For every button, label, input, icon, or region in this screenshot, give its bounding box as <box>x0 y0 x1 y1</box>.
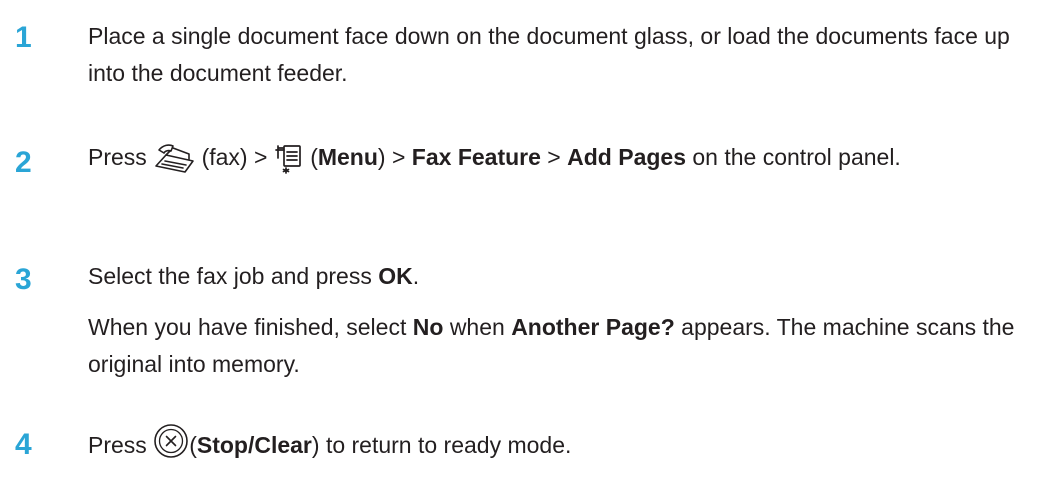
text-tail: ) to return to ready mode. <box>311 432 572 458</box>
text-when2: when <box>449 314 505 340</box>
step-text: Press (fax) > (Menu) > Fax Feature > Add… <box>88 139 1028 185</box>
fax-icon <box>153 142 195 185</box>
add-pages-label: Add Pages <box>567 144 686 170</box>
step-note: When you have finished, select No when A… <box>88 309 1028 383</box>
step-number: 3 <box>15 263 32 296</box>
menu-icon <box>274 142 304 185</box>
menu-label: Menu <box>317 144 378 170</box>
text-press: Press <box>88 144 147 170</box>
another-page-label: Another Page? <box>511 314 675 340</box>
step-body: Press (fax) > (Menu) > Fax Feature > Add… <box>88 139 1028 185</box>
paren-open: ( <box>310 144 318 170</box>
separator: > <box>547 144 561 170</box>
text-press: Press <box>88 432 147 458</box>
ok-label: OK <box>378 263 413 289</box>
text-select: Select the fax job and press <box>88 263 372 289</box>
step-text: Place a single document face down on the… <box>88 23 1010 86</box>
text-when: When you have finished, select <box>88 314 407 340</box>
instruction-page: 1 Place a single document face down on t… <box>0 0 1038 480</box>
text-tail: on the control panel. <box>692 144 901 170</box>
step-text: Press (Stop/Clear) to return to ready mo… <box>88 423 1028 470</box>
step-body: Select the fax job and press OK. When yo… <box>88 258 1028 383</box>
step-number: 1 <box>15 21 32 54</box>
step-number: 2 <box>15 146 32 179</box>
step-number: 4 <box>15 428 32 461</box>
paren-close: ) > <box>377 144 406 170</box>
stop-clear-label: Stop/Clear <box>196 432 312 458</box>
text-fax: (fax) > <box>201 144 268 170</box>
text-period: . <box>412 263 420 289</box>
step-body: Press (Stop/Clear) to return to ready mo… <box>88 423 1028 470</box>
step-body: Place a single document face down on the… <box>88 18 1028 92</box>
fax-feature-label: Fax Feature <box>411 144 541 170</box>
stop-clear-icon <box>153 423 189 470</box>
step-text: Select the fax job and press OK. <box>88 258 1028 295</box>
no-label: No <box>412 314 444 340</box>
paren-open: ( <box>189 432 197 458</box>
